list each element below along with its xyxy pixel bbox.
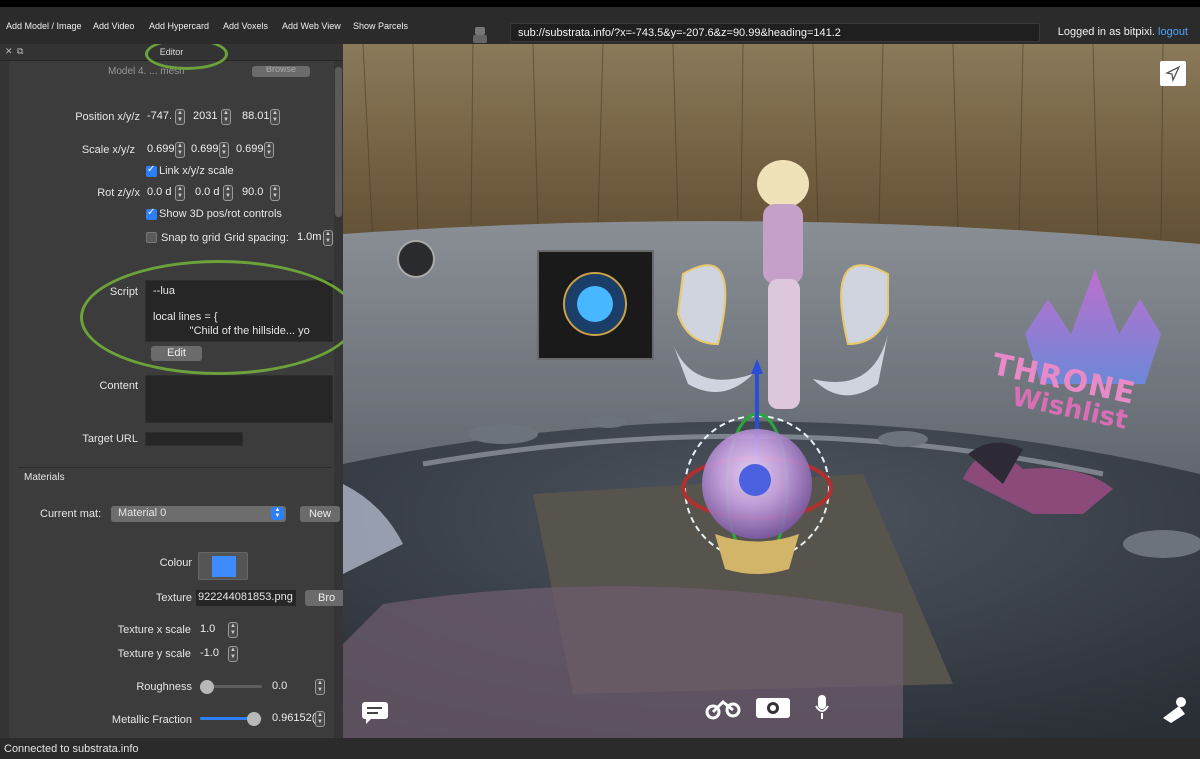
texture-y-scale-field[interactable]: -1.0 ▲ ▼ [198, 646, 238, 662]
texture-field[interactable]: 922244081853.png [196, 590, 296, 606]
camera-icon[interactable] [755, 695, 791, 719]
url-input[interactable] [510, 23, 1040, 42]
add-hypercard-button[interactable]: Add Hypercard [149, 21, 209, 31]
add-web-view-button[interactable]: Add Web View [282, 21, 341, 31]
snap-to-grid-label: Snap to grid [161, 232, 221, 244]
colour-swatch-fill [212, 556, 236, 577]
link-scale-checkbox[interactable] [146, 164, 157, 177]
current-mat-label: Current mat: [40, 508, 102, 520]
add-voxels-button[interactable]: Add Voxels [223, 21, 268, 31]
add-video-button[interactable]: Add Video [93, 21, 134, 31]
position-y-field[interactable]: 2031 ▲ ▼ [191, 109, 231, 125]
rot-y-field[interactable]: 0.0 d ▲ ▼ [193, 185, 233, 201]
roughness-field[interactable]: 0.0 ▲ ▼ [270, 679, 325, 695]
metallic-slider-handle[interactable] [247, 712, 261, 726]
scale-z-field[interactable]: 0.699 ▲ ▼ [234, 142, 274, 158]
roughness-slider[interactable] [200, 680, 262, 694]
show-3d-controls-label: Show 3D pos/rot controls [159, 208, 282, 220]
target-url-input[interactable] [145, 432, 243, 446]
rot-x-field[interactable]: 90.0 ▲ ▼ [240, 185, 280, 201]
editor-scrollbar[interactable] [334, 61, 343, 738]
rot-z-field[interactable]: 0.0 d ▲ ▼ [145, 185, 185, 201]
content-textarea[interactable] [145, 375, 333, 423]
texture-x-scale-field[interactable]: 1.0 ▲ ▼ [198, 622, 238, 638]
scale-label: Scale x/y/z [81, 144, 135, 156]
3d-viewport[interactable]: THRONE Wishlist [343, 44, 1200, 738]
chat-icon[interactable] [361, 701, 389, 725]
texture-browse-button[interactable]: Bro [305, 590, 343, 606]
texture-label: Texture [155, 592, 192, 604]
panel-gutter [0, 61, 9, 738]
gesture-icon[interactable] [1159, 696, 1189, 724]
link-scale-label: Link x/y/z scale [159, 165, 234, 177]
show-3d-controls-checkbox[interactable] [146, 207, 157, 220]
select-arrows-icon: ▲ ▼ [271, 507, 284, 520]
scale-x-field[interactable]: 0.699 ▲ ▼ [145, 142, 185, 158]
snap-to-grid-checkbox[interactable] [146, 232, 157, 243]
texture-y-scale-label: Texture y scale [117, 648, 191, 660]
logged-in-text: Logged in as bitpixi. [1057, 26, 1155, 38]
editor-panel: ✕ ⧉ Editor Model 4. ... mesh Browse Posi… [0, 44, 343, 738]
login-status: Logged in as bitpixi. logout [1058, 26, 1188, 38]
navigation-arrow-button[interactable] [1160, 61, 1186, 86]
status-bar: Connected to substrata.info [0, 738, 1200, 759]
position-label: Position x/y/z [75, 111, 140, 123]
current-mat-select[interactable]: Material 0 ▲ ▼ [111, 506, 286, 522]
rot-label: Rot z/y/x [97, 187, 140, 199]
scrollbar-thumb[interactable] [335, 67, 342, 217]
status-text: Connected to substrata.info [4, 743, 139, 755]
avatar-settings-icon[interactable] [472, 26, 488, 44]
show-parcels-button[interactable]: Show Parcels [353, 21, 408, 31]
colour-swatch[interactable] [198, 552, 248, 580]
position-x-field[interactable]: -747. ▲ ▼ [145, 109, 185, 125]
grid-spacing-label: Grid spacing: [224, 232, 289, 244]
metallic-field[interactable]: 0.96152(▲ ▼ [270, 711, 325, 727]
position-z-field[interactable]: 88.01 ▲ ▼ [240, 109, 280, 125]
vehicle-icon[interactable] [705, 696, 741, 720]
script-highlight-annotation [80, 260, 343, 375]
scale-y-field[interactable]: 0.699 ▲ ▼ [189, 142, 229, 158]
metallic-slider[interactable] [200, 712, 262, 726]
add-model-image-button[interactable]: Add Model / Image [6, 21, 82, 31]
microphone-icon[interactable] [815, 694, 829, 720]
materials-heading: Materials [24, 472, 65, 483]
metallic-fraction-label: Metallic Fraction [111, 714, 192, 726]
navigation-arrow-icon [1165, 65, 1181, 83]
colour-label: Colour [159, 557, 192, 569]
content-label: Content [99, 380, 138, 392]
logout-link[interactable]: logout [1158, 26, 1188, 38]
top-toolbar: Add Model / Image Add Video Add Hypercar… [0, 0, 1200, 44]
grid-spacing-field[interactable]: 1.0m ▲ ▼ [295, 230, 333, 246]
new-material-button[interactable]: New [300, 506, 340, 522]
texture-x-scale-label: Texture x scale [117, 624, 191, 636]
target-url-label: Target URL [82, 433, 138, 445]
roughness-label: Roughness [136, 681, 192, 693]
roughness-slider-handle[interactable] [200, 680, 214, 694]
browse-model-button[interactable]: Browse [252, 66, 310, 77]
divider [18, 467, 333, 468]
